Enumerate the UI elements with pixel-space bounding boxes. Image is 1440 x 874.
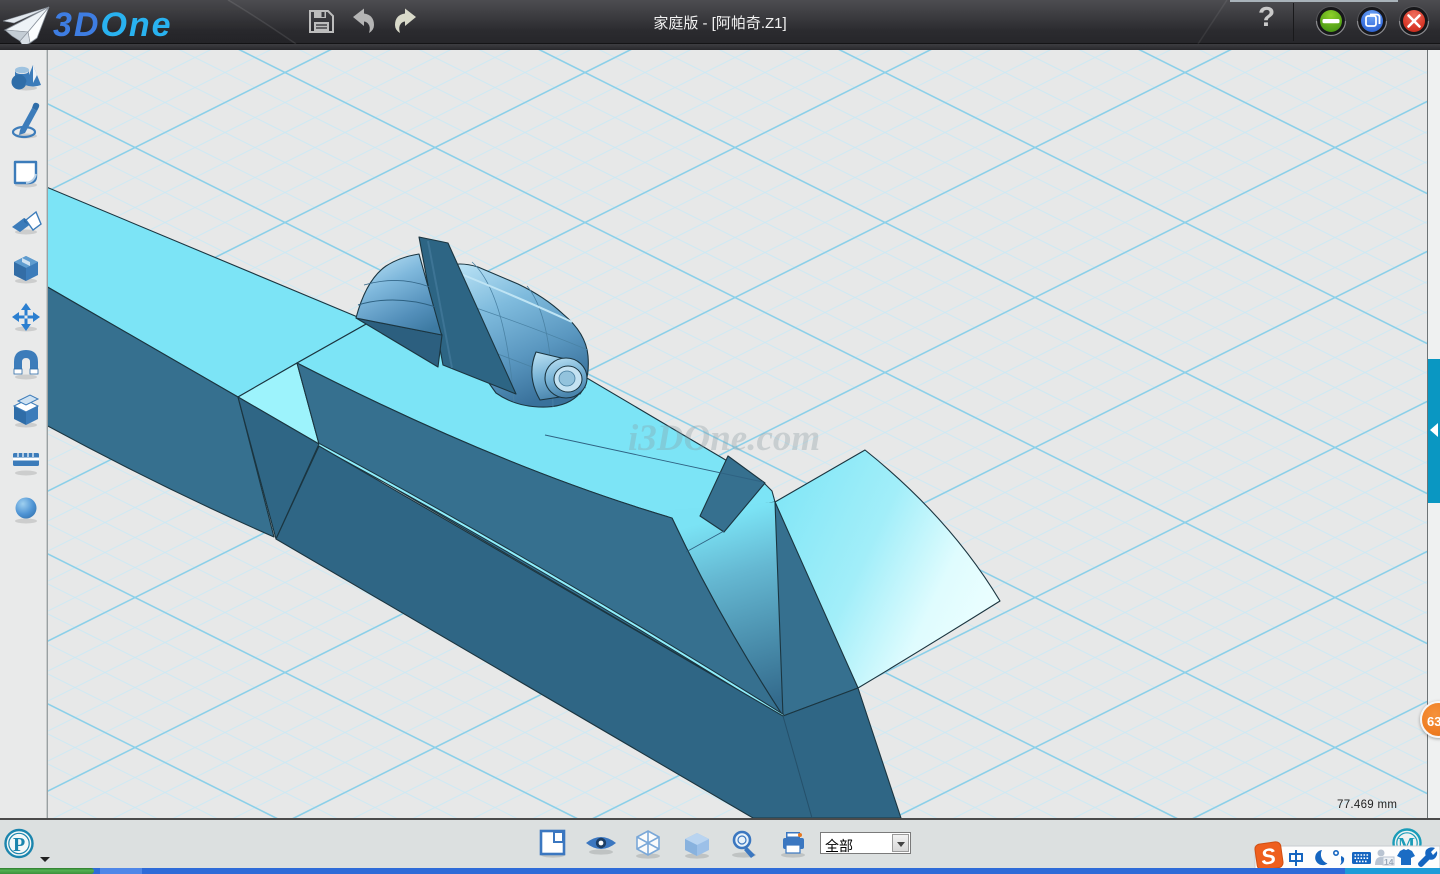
svg-text:i3DOne.com: i3DOne.com: [628, 418, 820, 459]
svg-text:3DOne: 3DOne: [53, 6, 173, 44]
svg-text:P: P: [13, 834, 25, 856]
svg-text:14: 14: [1384, 857, 1394, 867]
